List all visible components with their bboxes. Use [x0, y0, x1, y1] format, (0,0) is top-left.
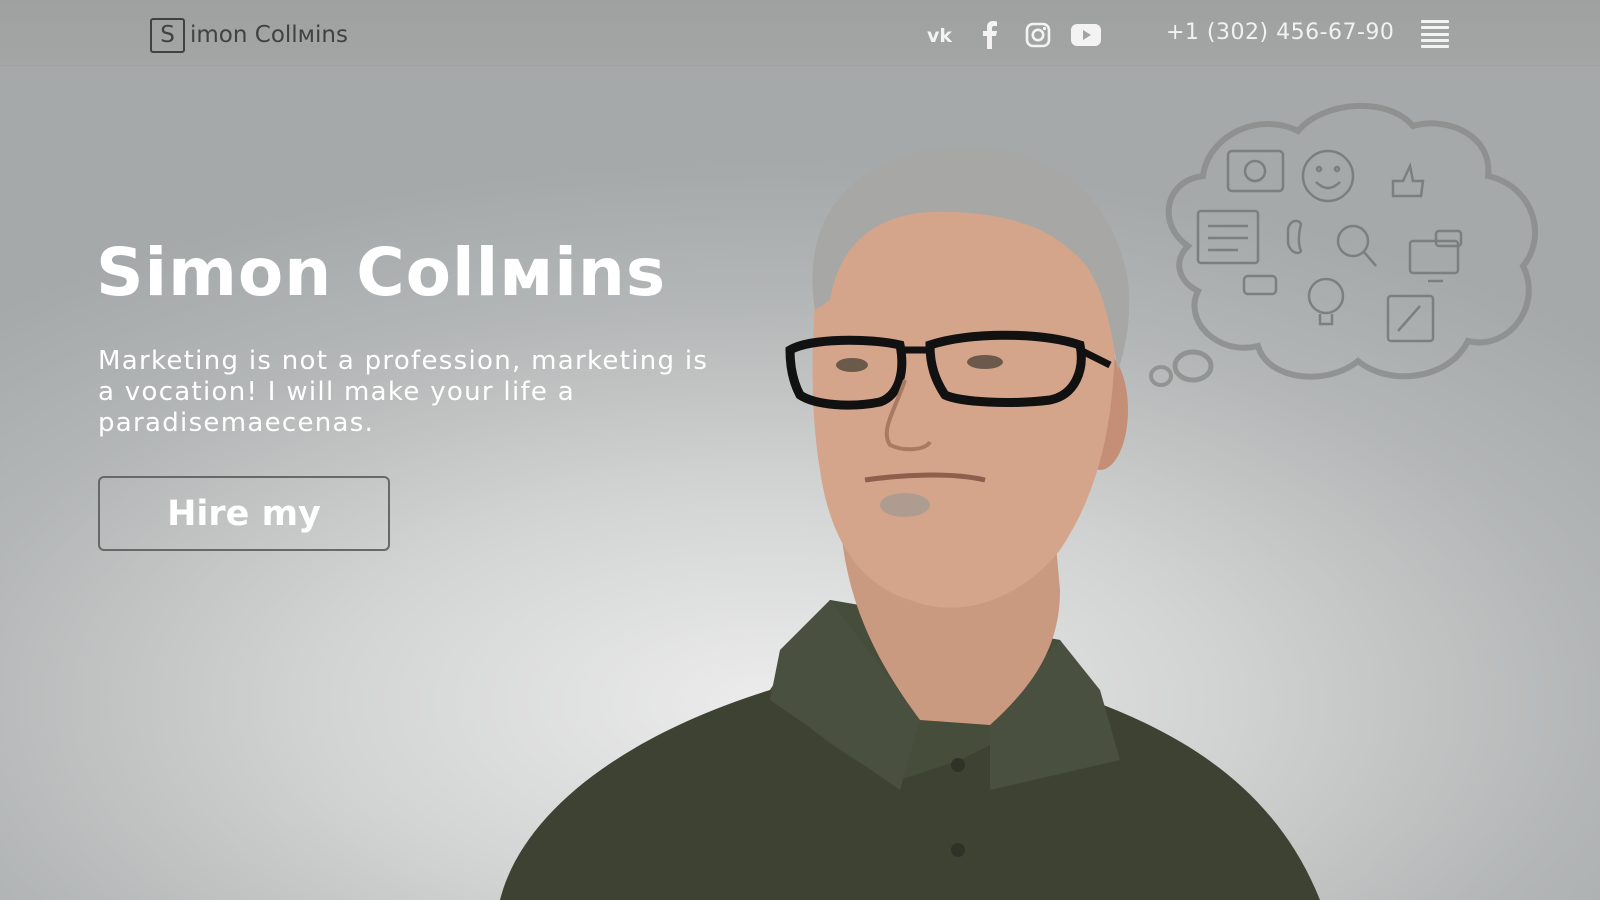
vk-icon[interactable]: vk	[918, 18, 966, 52]
smiley-icon	[1301, 149, 1355, 203]
thumbs-up-icon	[1391, 162, 1425, 198]
top-navbar: S imon Collмins vk +1 (302) 456-67-90	[0, 0, 1600, 68]
facebook-icon[interactable]	[966, 18, 1014, 52]
svg-text:vk: vk	[927, 25, 952, 45]
hire-button[interactable]: Hire my	[98, 476, 390, 551]
hero-description: Marketing is not a profession, marketing…	[98, 346, 709, 438]
search-icon	[1336, 224, 1377, 267]
social-links: vk	[918, 18, 1110, 52]
document-icon	[1196, 209, 1260, 265]
camera-icon	[1226, 149, 1285, 193]
logo[interactable]: S imon Collмins	[150, 17, 348, 53]
phone-number[interactable]: +1 (302) 456-67-90	[1166, 20, 1394, 45]
monitor-chat-icon	[1408, 229, 1463, 283]
instagram-icon[interactable]	[1014, 18, 1062, 52]
logo-letter-box: S	[150, 17, 185, 53]
thought-cloud	[1149, 103, 1539, 387]
pen-note-icon	[1386, 294, 1435, 343]
phone-icon	[1286, 219, 1303, 255]
logo-text: imon Collмins	[190, 22, 348, 48]
cd-icon	[1242, 274, 1278, 296]
hero-title: Simon Collмins	[96, 234, 667, 311]
lightbulb-icon	[1307, 277, 1345, 326]
youtube-icon[interactable]	[1062, 18, 1110, 52]
hamburger-icon[interactable]	[1421, 20, 1449, 48]
